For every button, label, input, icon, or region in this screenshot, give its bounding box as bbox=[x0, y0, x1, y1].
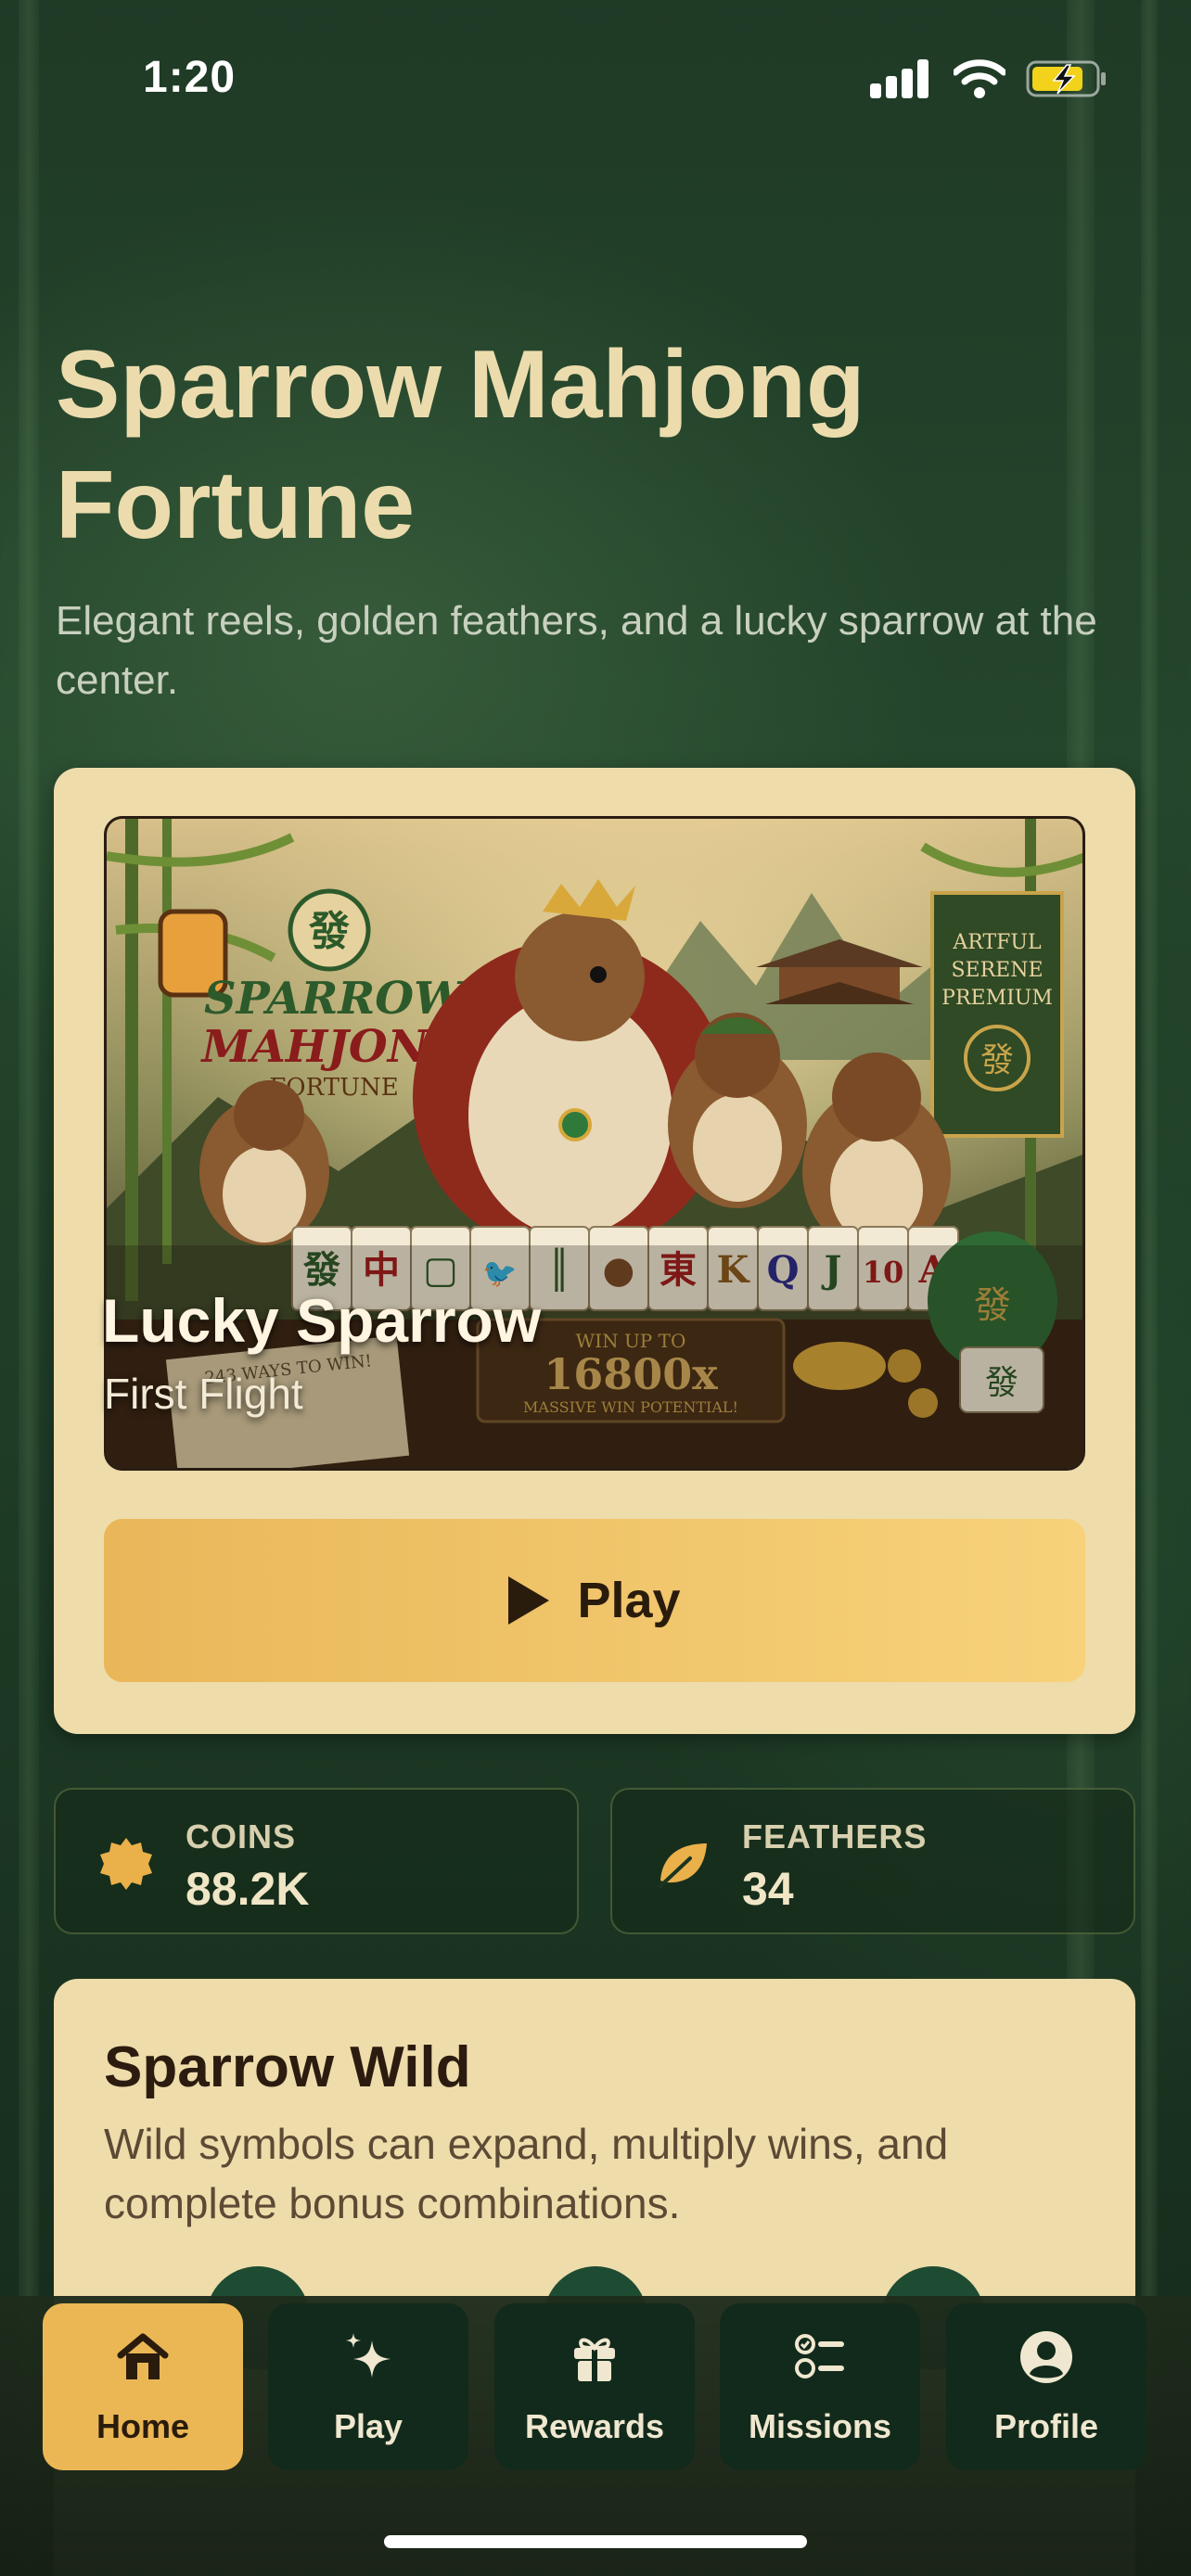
tab-label: Home bbox=[96, 2407, 190, 2445]
banner-glyph: 發 bbox=[980, 1041, 1014, 1079]
banner-line-2: SERENE bbox=[951, 959, 1043, 982]
checklist-icon bbox=[795, 2334, 844, 2378]
home-indicator[interactable] bbox=[384, 2535, 807, 2548]
logo-glyph: 發 bbox=[308, 908, 350, 955]
feathers-label: FEATHERS bbox=[742, 1817, 928, 1855]
status-time: 1:20 bbox=[143, 53, 237, 102]
house-icon bbox=[117, 2333, 169, 2379]
tab-label: Rewards bbox=[524, 2407, 665, 2445]
play-button-label: Play bbox=[577, 1573, 681, 1628]
feature-title: Sparrow Wild bbox=[104, 2035, 471, 2099]
feature-description: Wild symbols can expand, multiply wins, … bbox=[104, 2120, 949, 2227]
logo-line-1: SPARROW bbox=[204, 973, 467, 1025]
wifi-icon bbox=[954, 59, 1005, 98]
status-bar: 1:20 bbox=[0, 0, 1191, 111]
game-title: Lucky Sparrow bbox=[102, 1286, 542, 1355]
play-icon bbox=[508, 1576, 550, 1625]
coins-value: 88.2K bbox=[186, 1863, 310, 1915]
tab-play[interactable]: Play bbox=[268, 2303, 468, 2470]
coins-label: COINS bbox=[186, 1817, 297, 1855]
banner-line-1: ARTFUL bbox=[952, 931, 1042, 954]
play-button[interactable]: Play bbox=[104, 1519, 1085, 1682]
sparkles-icon bbox=[346, 2333, 391, 2378]
banner-line-3: PREMIUM bbox=[941, 987, 1053, 1010]
background-bamboo bbox=[19, 0, 39, 2576]
feathers-stat: FEATHERS 34 bbox=[610, 1788, 1135, 1934]
cellular-signal-icon bbox=[870, 59, 929, 98]
page-title: Sparrow Mahjong Fortune bbox=[56, 331, 865, 559]
tab-profile[interactable]: Profile bbox=[946, 2303, 1146, 2470]
battery-charging-icon bbox=[1026, 60, 1106, 97]
featured-game-card: 發 SPARROW MAHJONG FORTUNE ARTFUL SERENE … bbox=[54, 768, 1135, 1734]
tab-label: Missions bbox=[748, 2407, 892, 2445]
tab-rewards[interactable]: Rewards bbox=[494, 2303, 695, 2470]
tab-label: Profile bbox=[993, 2407, 1099, 2445]
gift-icon bbox=[574, 2338, 615, 2381]
tab-label: Play bbox=[333, 2407, 403, 2445]
tab-home[interactable]: Home bbox=[43, 2303, 243, 2470]
page-subtitle: Elegant reels, golden feathers, and a lu… bbox=[56, 598, 1097, 703]
coin-icon bbox=[100, 1838, 152, 1890]
tab-missions[interactable]: Missions bbox=[720, 2303, 920, 2470]
person-circle-icon bbox=[1020, 2331, 1072, 2383]
game-subtitle: First Flight bbox=[104, 1370, 303, 1418]
background-bamboo bbox=[1141, 0, 1158, 2576]
feather-leaf-icon bbox=[659, 1843, 707, 1888]
feathers-value: 34 bbox=[742, 1863, 794, 1915]
coins-stat: COINS 88.2K bbox=[54, 1788, 579, 1934]
